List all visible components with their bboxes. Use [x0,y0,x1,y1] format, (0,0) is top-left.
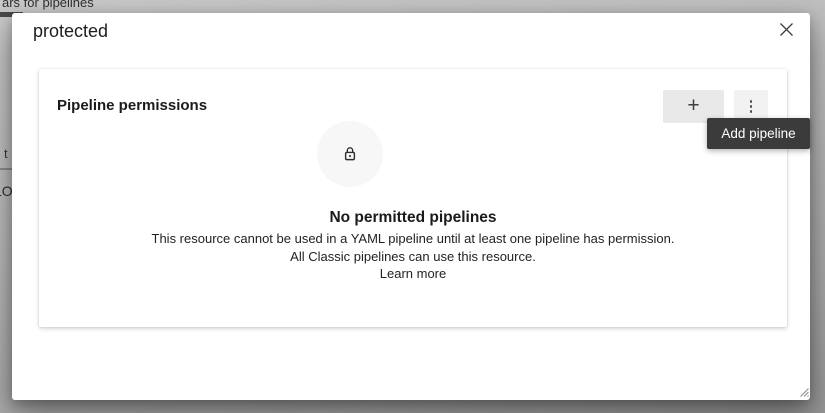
kebab-menu-icon [750,100,753,113]
empty-state-title: No permitted pipelines [39,208,787,228]
page-background: ars for pipelines t LO protected Pipelin… [0,0,825,413]
add-pipeline-tooltip: Add pipeline [707,118,810,149]
plus-icon: + [687,95,699,116]
learn-more-link[interactable]: Learn more [380,265,446,283]
lock-icon [341,145,359,163]
resize-grip-icon[interactable] [797,385,810,398]
dialog-title: protected [33,21,108,42]
card-title: Pipeline permissions [57,97,207,114]
empty-state-description-line1: This resource cannot be used in a YAML p… [39,230,787,248]
empty-state-description-line2: All Classic pipelines can use this resou… [39,248,787,266]
empty-state-text: No permitted pipelines This resource can… [39,208,787,283]
pipeline-permissions-card: Pipeline permissions + No permitted pipe… [39,69,787,327]
empty-state-icon-circle [317,121,383,187]
protected-resource-dialog: protected Pipeline permissions + [12,13,810,400]
background-text-fragment-left-1: t [4,146,8,161]
close-icon [779,22,794,37]
background-text-fragment-left-2: LO [0,183,13,199]
close-button[interactable] [775,18,797,40]
background-text-fragment-top: ars for pipelines [2,0,94,10]
